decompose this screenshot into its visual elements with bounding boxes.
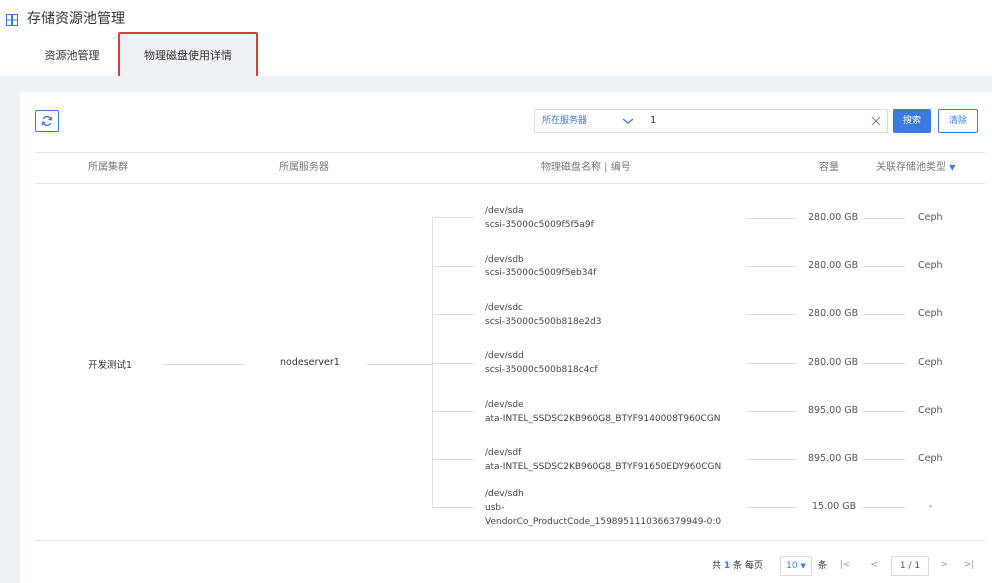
column-header-server: 所属服务器 [279, 162, 329, 173]
connector-line [432, 314, 474, 315]
filter-field-label: 所在服务器 [542, 116, 588, 126]
pool-type-cell: Ceph [918, 308, 943, 319]
connector-line [862, 218, 905, 219]
disk-name: /dev/sda [485, 206, 524, 216]
pool-type-cell: Ceph [918, 453, 943, 464]
connector-line [432, 217, 474, 218]
disk-id: scsi-35000c5009f5eb34f [485, 268, 597, 278]
connector-line [746, 218, 796, 219]
cluster-cell: 开发测试1 [88, 360, 133, 371]
next-page-button[interactable]: > [934, 556, 954, 576]
caret-down-icon: ▼ [949, 163, 956, 172]
capacity-cell: 895.00 GB [808, 405, 859, 416]
table-bottom-border [35, 540, 985, 541]
first-page-button[interactable]: |< [834, 556, 856, 576]
search-button[interactable]: 搜索 [893, 109, 931, 133]
page-size-value: 10 [786, 561, 798, 571]
disk-id: scsi-35000c500b818c4cf [485, 365, 598, 375]
pool-type-cell: Ceph [918, 212, 943, 223]
connector-line [746, 507, 796, 508]
connector-trunk [432, 217, 433, 507]
connector-line [746, 266, 796, 267]
capacity-cell: 15.00 GB [812, 501, 857, 512]
chevron-left-icon: < [870, 560, 878, 570]
connector-line [746, 363, 796, 364]
connector-line [862, 266, 905, 267]
grid-icon [6, 14, 18, 26]
disk-id: scsi-35000c5009f5f5a9f [485, 220, 594, 230]
chevron-right-icon: > [940, 560, 948, 570]
connector-line [432, 411, 474, 412]
pool-type-cell: - [929, 501, 933, 512]
connector-line [862, 459, 905, 460]
page-indicator[interactable]: 1 / 1 [891, 556, 929, 576]
last-page-button[interactable]: >| [958, 556, 980, 576]
column-header-capacity: 容量 [819, 162, 839, 173]
first-page-icon: |< [839, 560, 851, 570]
disk-name: /dev/sdh [485, 489, 524, 499]
pagination-total-suffix: 条 每页 [733, 561, 763, 571]
connector-line [432, 266, 474, 267]
column-header-pool-type[interactable]: 关联存储池类型 ▼ [876, 153, 955, 183]
capacity-cell: 280.00 GB [808, 260, 859, 271]
capacity-cell: 895.00 GB [808, 453, 859, 464]
disk-id: scsi-35000c500b818e2d3 [485, 317, 602, 327]
tab-pool-management[interactable]: 资源池管理 [26, 34, 118, 78]
last-page-icon: >| [963, 560, 975, 570]
connector-line [162, 364, 244, 365]
column-header-disk: 物理磁盘名称 | 编号 [541, 162, 631, 173]
pagination-total-prefix: 共 [712, 561, 722, 571]
refresh-button[interactable] [35, 110, 59, 132]
column-header-pool-type-label: 关联存储池类型 [876, 162, 946, 173]
tab-bar: 资源池管理 物理磁盘使用详情 [0, 34, 992, 78]
disk-id: ata-INTEL_SSDSC2KB960G8_BTYF9140008T960C… [485, 414, 721, 424]
connector-line [862, 314, 905, 315]
capacity-cell: 280.00 GB [808, 357, 859, 368]
disk-id: ata-INTEL_SSDSC2KB960G8_BTYF91650EDY960C… [485, 462, 722, 472]
column-header-cluster: 所属集群 [88, 162, 128, 173]
pagination-total: 共 1 条 每页 [712, 556, 763, 576]
disk-name: /dev/sdf [485, 448, 522, 458]
connector-line [432, 459, 474, 460]
search-filter: 所在服务器 1 [534, 109, 888, 133]
connector-line [367, 364, 432, 365]
tab-physical-disk-usage[interactable]: 物理磁盘使用详情 [119, 34, 257, 78]
disk-name: /dev/sdb [485, 255, 524, 265]
connector-line [432, 507, 474, 508]
disk-name: /dev/sdc [485, 303, 523, 313]
page-title: 存储资源池管理 [27, 11, 125, 27]
search-input[interactable]: 1 [650, 110, 850, 132]
capacity-cell: 280.00 GB [808, 308, 859, 319]
caret-down-icon: ▼ [800, 562, 806, 570]
page-size-select[interactable]: 10 ▼ [780, 556, 812, 576]
page-size-unit: 条 [818, 561, 828, 571]
server-cell: nodeserver1 [280, 357, 340, 368]
disk-name: /dev/sde [485, 400, 524, 410]
connector-line [862, 507, 905, 508]
capacity-cell: 280.00 GB [808, 212, 859, 223]
disk-id: usb- [485, 503, 505, 513]
chevron-down-icon[interactable] [621, 116, 635, 126]
clear-button[interactable]: 清除 [938, 109, 978, 133]
connector-line [746, 411, 796, 412]
pagination-total-count: 1 [723, 561, 731, 571]
refresh-icon [41, 115, 53, 127]
connector-line [862, 411, 905, 412]
table-header: 所属集群 所属服务器 物理磁盘名称 | 编号 容量 关联存储池类型 ▼ [35, 152, 985, 184]
disk-id: VendorCo_ProductCode_1598951110366379949… [485, 517, 722, 527]
pool-type-cell: Ceph [918, 260, 943, 271]
pool-type-cell: Ceph [918, 405, 943, 416]
connector-line [746, 459, 796, 460]
close-icon[interactable] [870, 115, 882, 127]
page-header: 存储资源池管理 [0, 0, 992, 32]
connector-line [746, 314, 796, 315]
prev-page-button[interactable]: < [864, 556, 884, 576]
disk-name: /dev/sdd [485, 351, 524, 361]
connector-line [862, 363, 905, 364]
connector-line [432, 363, 474, 364]
pool-type-cell: Ceph [918, 357, 943, 368]
